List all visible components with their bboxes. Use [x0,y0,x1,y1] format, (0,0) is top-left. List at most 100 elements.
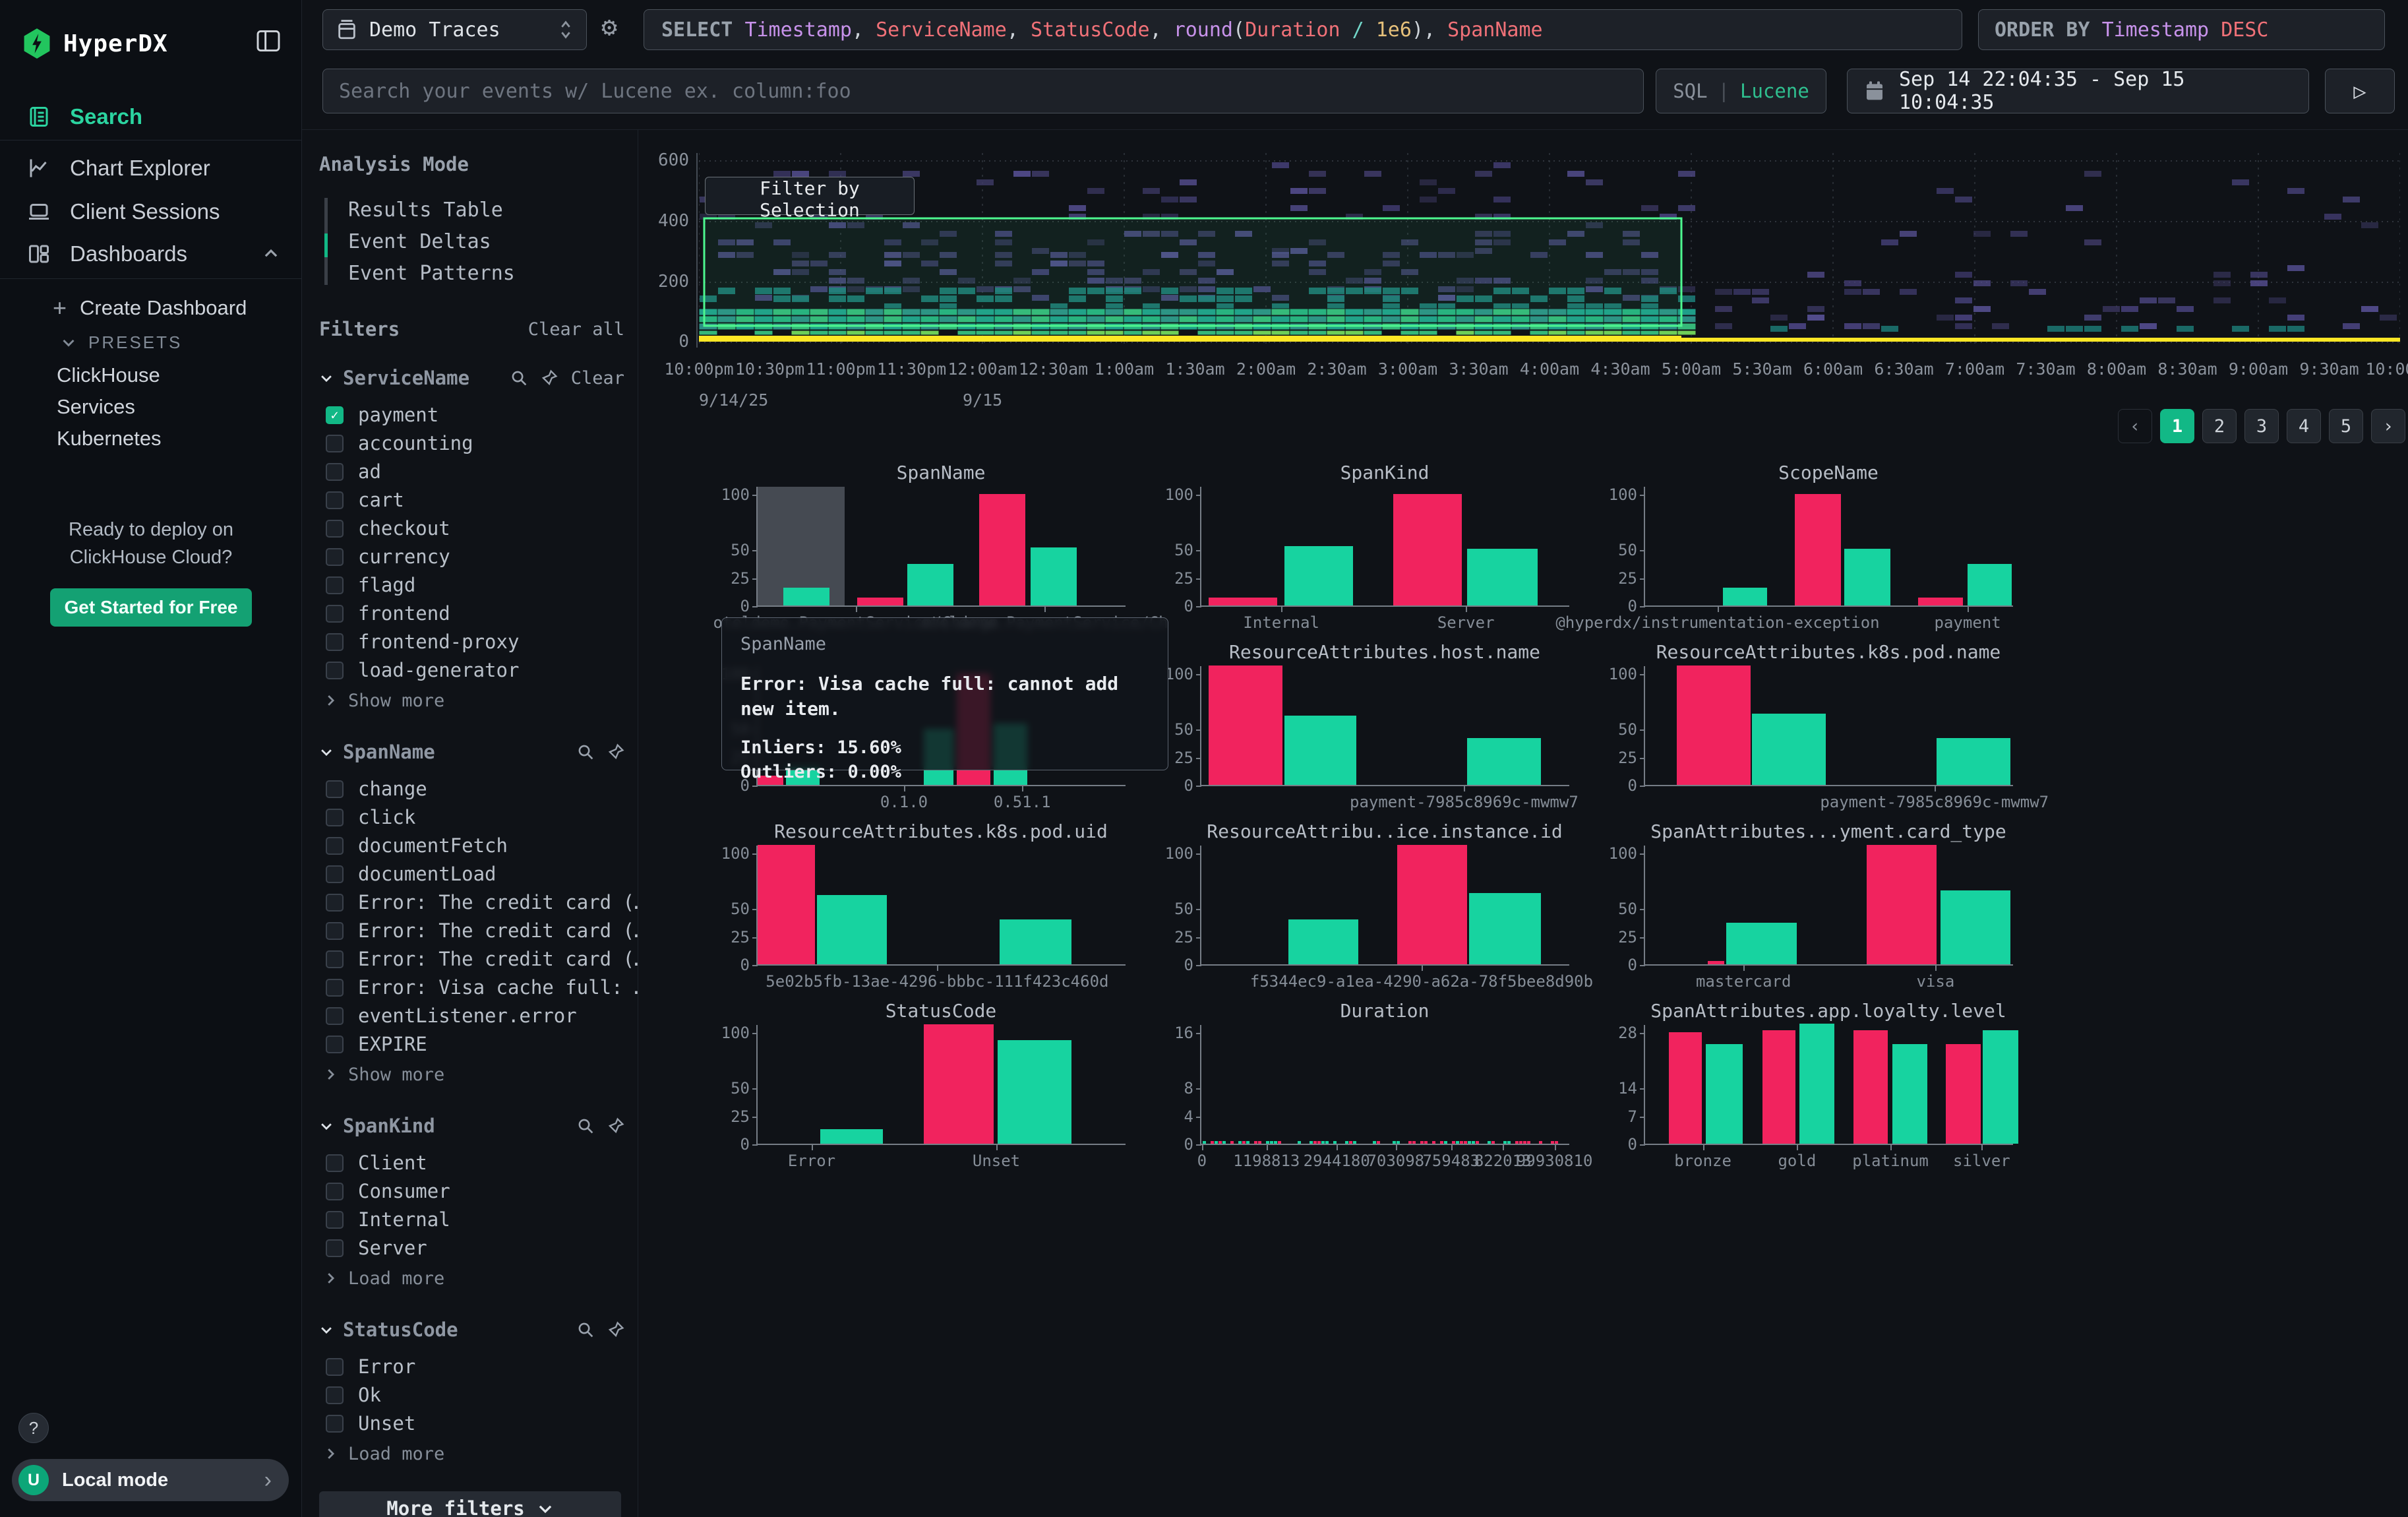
chevron-down-icon[interactable] [319,1119,334,1133]
filter-option-Error[interactable]: Error [319,1353,624,1380]
source-selector[interactable]: Demo Traces [322,9,587,50]
checkbox[interactable] [326,662,344,679]
sidebar-item-kubernetes[interactable]: Kubernetes [0,422,302,455]
sidebar-item-create-dashboard[interactable]: + Create Dashboard [0,292,302,325]
sidebar-collapse-icon[interactable] [256,30,280,51]
checkbox[interactable] [326,1154,344,1172]
checkbox[interactable] [326,809,344,826]
get-started-button[interactable]: Get Started for Free [50,588,252,627]
pagination-page-2[interactable]: 2 [2202,409,2237,443]
filter-option-Error: The credit card (…[interactable]: Error: The credit card (… [319,917,624,944]
checkbox[interactable] [326,1415,344,1433]
filter-option-frontend-proxy[interactable]: frontend-proxy [319,628,624,656]
chart-plot[interactable] [756,487,1126,607]
sidebar-item-search[interactable]: Search [0,98,302,136]
filter-option-click[interactable]: click [319,803,624,831]
filter-option-Error: The credit card (…[interactable]: Error: The credit card (… [319,888,624,916]
lucene-mode-label[interactable]: Lucene [1740,80,1809,102]
sidebar-item-clickhouse[interactable]: ClickHouse [0,359,302,392]
sidebar-item-client-sessions[interactable]: Client Sessions [0,193,302,231]
checkbox[interactable] [326,491,344,509]
checkbox[interactable] [326,548,344,566]
search-icon[interactable] [510,369,527,387]
date-range-picker[interactable]: Sep 14 22:04:35 - Sep 15 10:04:35 [1847,69,2309,113]
search-bar[interactable] [322,69,1644,113]
checkbox[interactable] [326,780,344,798]
chevron-down-icon[interactable] [319,745,334,759]
filter-option-Internal[interactable]: Internal [319,1206,624,1233]
checkbox[interactable] [326,950,344,968]
checkbox[interactable] [326,865,344,883]
pagination-next-button[interactable]: › [2371,409,2405,443]
filter-option-ad[interactable]: ad [319,458,624,485]
chart-plot[interactable] [1200,487,1569,607]
checkbox[interactable] [326,1036,344,1053]
sql-orderby-editor[interactable]: ORDER BY Timestamp DESC [1978,9,2385,50]
checkbox[interactable] [326,1211,344,1229]
filter-option-accounting[interactable]: accounting [319,429,624,457]
filter-option-Error: The credit card (…[interactable]: Error: The credit card (… [319,945,624,973]
chart-plot[interactable] [1644,846,2013,966]
search-input[interactable] [339,80,1627,103]
pin-icon[interactable] [607,1117,624,1134]
checkbox[interactable] [326,463,344,481]
filter-group-header-SpanName[interactable]: SpanName [319,741,624,763]
search-icon[interactable] [577,1321,594,1338]
chart-plot[interactable] [756,1025,1126,1145]
query-language-toggle[interactable]: SQL | Lucene [1656,69,1826,113]
filter-by-selection-button[interactable]: Filter by Selection [705,177,915,215]
pagination-page-3[interactable]: 3 [2244,409,2279,443]
pin-icon[interactable] [607,743,624,760]
filter-option-frontend[interactable]: frontend [319,600,624,627]
run-query-button[interactable]: ▷ [2325,69,2395,113]
show-more-link[interactable]: Show more [319,687,624,714]
show-more-link[interactable]: Load more [319,1440,624,1468]
chart-plot[interactable] [1200,666,1569,786]
filter-option-currency[interactable]: currency [319,543,624,571]
filter-option-cart[interactable]: cart [319,486,624,514]
filter-option-change[interactable]: change [319,775,624,803]
checkbox[interactable] [326,837,344,855]
filter-option-Server[interactable]: Server [319,1234,624,1262]
chart-plot[interactable] [1644,487,2013,607]
filter-option-checkout[interactable]: checkout [319,514,624,542]
sql-mode-label[interactable]: SQL [1673,80,1707,102]
checkbox[interactable] [326,922,344,940]
sidebar-item-dashboards[interactable]: Dashboards [0,235,302,273]
chevron-right-icon[interactable] [323,1067,338,1082]
more-filters-button[interactable]: More filters [319,1491,621,1517]
filter-option-Consumer[interactable]: Consumer [319,1177,624,1205]
filter-option-load-generator[interactable]: load-generator [319,656,624,684]
filter-option-Ok[interactable]: Ok [319,1381,624,1409]
filter-option-payment[interactable]: ✓payment [319,401,624,429]
pagination-prev-button[interactable]: ‹ [2118,409,2152,443]
chart-plot[interactable] [1200,846,1569,966]
filter-group-header-StatusCode[interactable]: StatusCode [319,1318,624,1341]
checkbox[interactable] [326,1386,344,1404]
filter-option-Unset[interactable]: Unset [319,1409,624,1437]
analysis-mode-event-deltas[interactable]: Event Deltas [324,226,624,257]
chart-plot[interactable] [756,846,1126,966]
chevron-right-icon[interactable] [323,693,338,708]
chart-plot[interactable] [1644,1025,2013,1145]
checkbox[interactable] [326,894,344,912]
filter-option-Error: Visa cache full: …[interactable]: Error: Visa cache full: … [319,974,624,1001]
checkbox[interactable] [326,435,344,452]
pin-icon[interactable] [607,1321,624,1338]
chart-plot[interactable] [1644,666,2013,786]
checkbox[interactable] [326,1183,344,1200]
pagination-page-1[interactable]: 1 [2160,409,2194,443]
sidebar-item-presets[interactable]: PRESETS [0,326,302,359]
sql-select-editor[interactable]: SELECT Timestamp, ServiceName, StatusCod… [644,9,1962,50]
checkbox-checked[interactable]: ✓ [326,406,344,424]
filter-option-eventListener.error[interactable]: eventListener.error [319,1002,624,1030]
checkbox[interactable] [326,520,344,538]
pin-icon[interactable] [541,369,558,387]
show-more-link[interactable]: Show more [319,1061,624,1088]
checkbox[interactable] [326,979,344,997]
filter-group-header-SpanKind[interactable]: SpanKind [319,1115,624,1137]
events-heatmap[interactable] [699,153,2400,348]
help-button[interactable]: ? [18,1413,49,1443]
chevron-up-icon[interactable] [262,245,280,263]
pagination-page-4[interactable]: 4 [2287,409,2321,443]
